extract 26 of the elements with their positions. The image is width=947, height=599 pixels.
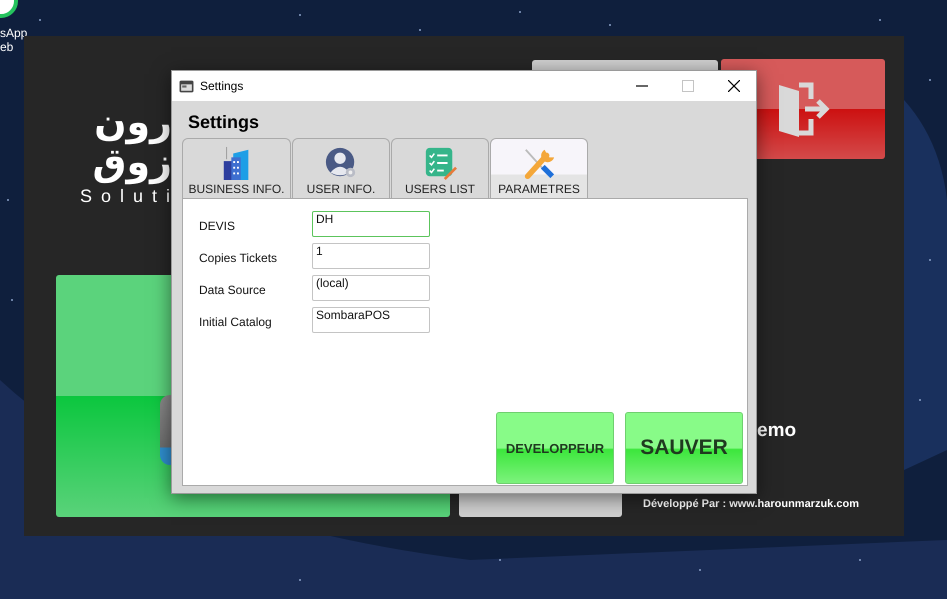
field-label: Data Source	[199, 282, 267, 297]
input-field[interactable]: 1	[312, 243, 430, 269]
logo-text: رون	[94, 102, 172, 142]
user-gear-icon	[324, 146, 358, 180]
input-field[interactable]: (local)	[312, 275, 430, 301]
action-button[interactable]: DEVELOPPEUR	[496, 412, 614, 484]
desktop-icon-label[interactable]: sApp	[0, 26, 28, 40]
field-label: Copies Tickets	[199, 250, 278, 265]
logo-tagline: Soluti	[80, 186, 180, 207]
action-button[interactable]: SAUVER	[625, 412, 743, 484]
tab[interactable]: PARAMETRES	[490, 138, 588, 198]
window-title: Settings	[200, 79, 244, 93]
tab[interactable]: BUSINESS INFO.	[182, 138, 291, 198]
desktop-icon-label[interactable]: eb	[0, 40, 14, 54]
credit-text: Développé Par : www.harounmarzuk.com	[643, 498, 859, 510]
field-label: DEVIS	[199, 218, 236, 233]
input-field[interactable]: SombaraPOS	[312, 307, 430, 333]
input-field[interactable]: DH	[312, 211, 430, 237]
close-icon[interactable]	[728, 80, 740, 92]
demo-label: emo	[757, 420, 796, 442]
tab[interactable]: USERS LIST	[391, 138, 489, 198]
field-label: Initial Catalog	[199, 314, 273, 329]
checklist-icon	[423, 146, 457, 180]
dialog-heading: Settings	[188, 111, 260, 133]
tab[interactable]: USER INFO.	[292, 138, 390, 198]
window-icon	[179, 80, 194, 92]
